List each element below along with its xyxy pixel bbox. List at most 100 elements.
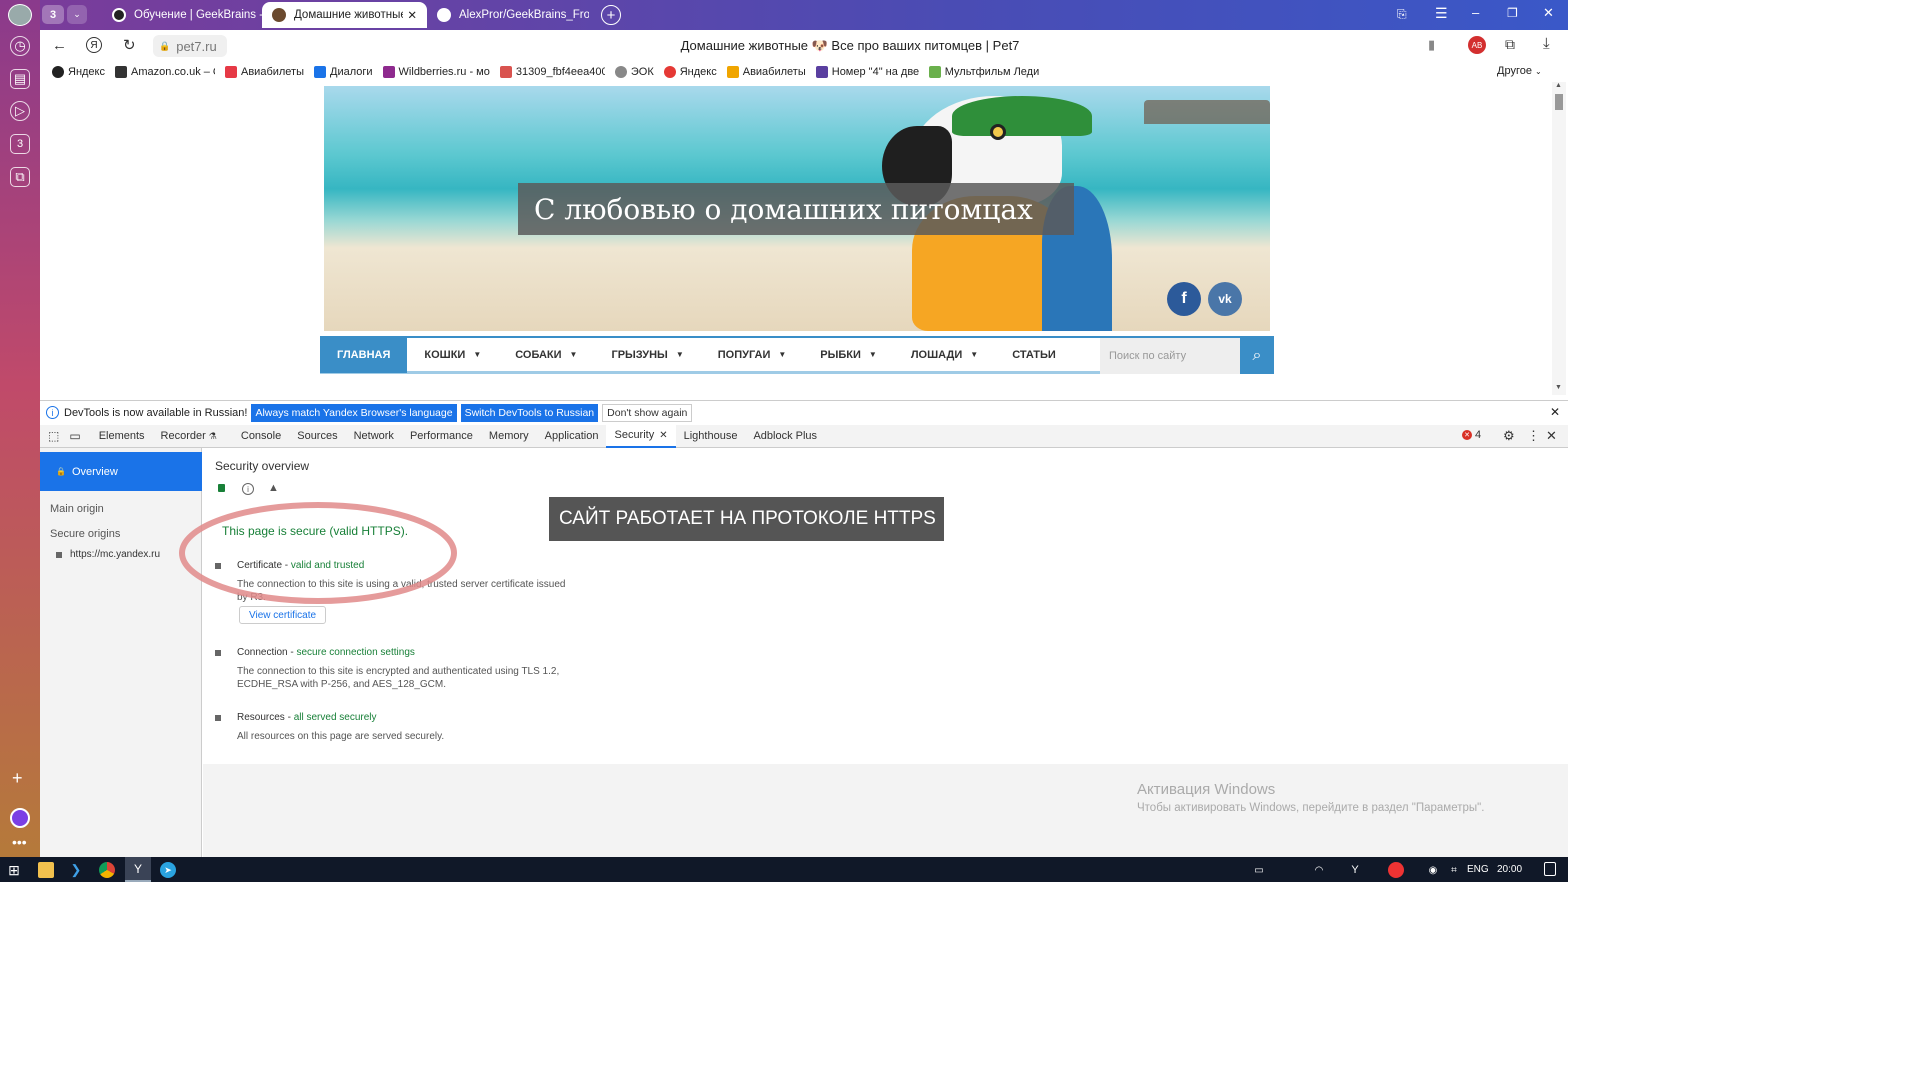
bookmark-item[interactable]: Яндекс bbox=[663, 66, 717, 78]
bookmark-item[interactable]: Wildberries.ru - мо bbox=[382, 66, 490, 78]
vk-icon[interactable]: vk bbox=[1208, 282, 1242, 316]
profile-avatar[interactable] bbox=[8, 4, 32, 26]
scroll-down-icon[interactable]: ▼ bbox=[1555, 384, 1562, 391]
tab-strip: 3 ⌄ Обучение | GeekBrains - о Домашние ж… bbox=[40, 0, 1568, 30]
video-icon[interactable]: ▷ bbox=[10, 101, 30, 121]
tab-adblock[interactable]: Adblock Plus bbox=[745, 425, 825, 448]
tab-performance[interactable]: Performance bbox=[402, 425, 481, 448]
minimize-icon[interactable]: – bbox=[1472, 5, 1479, 20]
tab-elements[interactable]: Elements bbox=[91, 425, 153, 448]
yandex-browser-icon[interactable]: Y bbox=[125, 857, 151, 882]
yandex-tray-icon[interactable]: Y bbox=[1347, 862, 1363, 878]
telegram-icon[interactable]: ➤ bbox=[160, 862, 176, 878]
hut-image bbox=[1144, 100, 1270, 124]
tab-geekbrains[interactable]: Обучение | GeekBrains - о bbox=[102, 2, 262, 28]
close-infobar-icon[interactable]: ✕ bbox=[1550, 405, 1560, 419]
nav-horses[interactable]: ЛОШАДИ ▼ bbox=[894, 337, 995, 373]
screenshot-icon[interactable]: ⧉ bbox=[10, 167, 30, 187]
nav-parrots[interactable]: ПОПУГАИ ▼ bbox=[701, 337, 804, 373]
bookmark-item[interactable]: Amazon.co.uk – Onl bbox=[115, 66, 215, 78]
view-certificate-button[interactable]: View certificate bbox=[239, 606, 327, 624]
nav-articles[interactable]: СТАТЬИ bbox=[995, 337, 1073, 373]
tab-application[interactable]: Application bbox=[537, 425, 607, 448]
facebook-icon[interactable]: f bbox=[1167, 282, 1201, 316]
discord-icon[interactable]: ◉ bbox=[1425, 862, 1441, 878]
bookmarks-panel-icon[interactable]: ⎘ bbox=[1397, 7, 1407, 22]
device-toggle-icon[interactable]: ▭ bbox=[69, 429, 80, 443]
nav-fish[interactable]: РЫБКИ ▼ bbox=[803, 337, 894, 373]
nav-dogs[interactable]: СОБАКИ ▼ bbox=[498, 337, 594, 373]
tab-counter-button[interactable]: 3 bbox=[42, 5, 64, 24]
origin-item[interactable]: https://mc.yandex.ru bbox=[56, 549, 160, 560]
more-icon[interactable]: ••• bbox=[12, 834, 27, 850]
close-window-icon[interactable]: ✕ bbox=[1543, 5, 1554, 21]
tab-lighthouse[interactable]: Lighthouse bbox=[676, 425, 746, 448]
nav-home[interactable]: ГЛАВНАЯ bbox=[320, 336, 408, 373]
collections-toolbar-icon[interactable]: ⧉ bbox=[1505, 36, 1515, 53]
tab-github[interactable]: AlexPror/GeekBrains_Front bbox=[427, 2, 589, 28]
nav-cats[interactable]: КОШКИ ▼ bbox=[407, 337, 498, 373]
inspect-icon[interactable]: ⬚ bbox=[48, 429, 59, 443]
language-indicator[interactable]: ENG bbox=[1467, 864, 1489, 875]
notifications-icon[interactable] bbox=[1544, 862, 1556, 876]
tab-console[interactable]: Console bbox=[233, 425, 289, 448]
menu-icon[interactable]: ☰ bbox=[1435, 5, 1448, 22]
site-search-input[interactable]: Поиск по сайту bbox=[1100, 338, 1240, 374]
tab-security[interactable]: Security ✕ bbox=[606, 424, 676, 448]
chrome-icon[interactable] bbox=[99, 862, 115, 878]
bookmarks-other[interactable]: Другое ⌄ bbox=[1497, 65, 1542, 77]
bookmark-item[interactable]: Диалоги bbox=[314, 66, 373, 78]
close-tab-icon[interactable]: ✕ bbox=[407, 8, 417, 22]
collections-icon[interactable]: ▤ bbox=[10, 69, 30, 89]
nav-rodents[interactable]: ГРЫЗУНЫ ▼ bbox=[594, 337, 700, 373]
tab-list-chevron-icon[interactable]: ⌄ bbox=[67, 5, 87, 24]
maximize-icon[interactable]: ❐ bbox=[1507, 6, 1518, 20]
downloads-icon[interactable]: ⤓ bbox=[1543, 35, 1550, 52]
tab-network[interactable]: Network bbox=[346, 425, 402, 448]
bookmark-item[interactable]: Авиабилеты bbox=[726, 66, 806, 78]
vscode-icon[interactable]: ❯ bbox=[68, 862, 84, 878]
add-panel-icon[interactable]: + bbox=[12, 768, 23, 789]
bookmark-item[interactable]: ЭОК bbox=[614, 66, 654, 78]
address-bar[interactable]: 🔒 pet7.ru bbox=[153, 35, 227, 57]
switch-russian-button[interactable]: Switch DevTools to Russian bbox=[460, 403, 599, 422]
tab-pet7[interactable]: Домашние животные ✕ bbox=[262, 2, 427, 28]
page-scrollbar[interactable]: ▲ ▼ bbox=[1552, 82, 1566, 395]
tab-memory[interactable]: Memory bbox=[481, 425, 537, 448]
yandex-home-icon[interactable]: Я bbox=[86, 37, 102, 53]
alice-icon[interactable] bbox=[10, 808, 30, 828]
close-devtools-icon[interactable]: ✕ bbox=[1546, 428, 1557, 444]
file-explorer-icon[interactable] bbox=[38, 862, 54, 878]
bookmark-item[interactable]: Авиабилеты bbox=[225, 66, 304, 78]
tab-recorder[interactable]: Recorder ⚗ bbox=[153, 425, 225, 448]
error-counter[interactable]: ✕ 4 bbox=[1462, 429, 1481, 441]
match-language-button[interactable]: Always match Yandex Browser's language bbox=[251, 403, 457, 422]
clock[interactable]: 20:00 bbox=[1497, 864, 1522, 875]
scroll-up-icon[interactable]: ▲ bbox=[1555, 82, 1562, 89]
network-icon[interactable]: ◠ bbox=[1311, 862, 1327, 878]
scroll-thumb[interactable] bbox=[1555, 94, 1563, 110]
tabs-count-icon[interactable]: 3 bbox=[10, 134, 30, 154]
adblock-extension-icon[interactable]: AB bbox=[1468, 36, 1486, 54]
history-icon[interactable]: ◷ bbox=[10, 36, 30, 56]
bookmark-item[interactable]: Мультфильм Леди bbox=[928, 66, 1039, 78]
language-switch-icon[interactable]: ⌗ bbox=[1446, 862, 1462, 878]
reload-icon[interactable]: ↻ bbox=[123, 36, 136, 54]
search-icon[interactable]: ⌕ bbox=[1240, 338, 1274, 374]
dont-show-again-button[interactable]: Don't show again bbox=[602, 403, 693, 422]
tab-sources[interactable]: Sources bbox=[289, 425, 345, 448]
windows-start-icon[interactable]: ⊞ bbox=[6, 862, 22, 878]
bookmark-item[interactable]: 31309_fbf4eea400 bbox=[499, 66, 605, 78]
tray-color-icon[interactable] bbox=[1388, 862, 1404, 878]
back-icon[interactable]: ← bbox=[52, 37, 67, 54]
more-options-icon[interactable]: ⋮ bbox=[1527, 428, 1540, 444]
web-page: С любовью о домашних питомцах f vk ГЛАВН… bbox=[40, 82, 1568, 397]
bookmark-item[interactable]: Номер "4" на две bbox=[815, 66, 919, 78]
overview-item[interactable]: 🔒 Overview bbox=[40, 452, 202, 491]
tray-app-icon[interactable]: ▭ bbox=[1251, 862, 1267, 878]
bookmark-icon[interactable]: ▮ bbox=[1428, 37, 1435, 53]
settings-gear-icon[interactable]: ⚙ bbox=[1503, 428, 1515, 444]
new-tab-button[interactable]: + bbox=[601, 5, 621, 25]
bookmark-item[interactable]: Яндекс bbox=[52, 66, 105, 78]
close-tab-icon[interactable]: ✕ bbox=[659, 430, 667, 441]
